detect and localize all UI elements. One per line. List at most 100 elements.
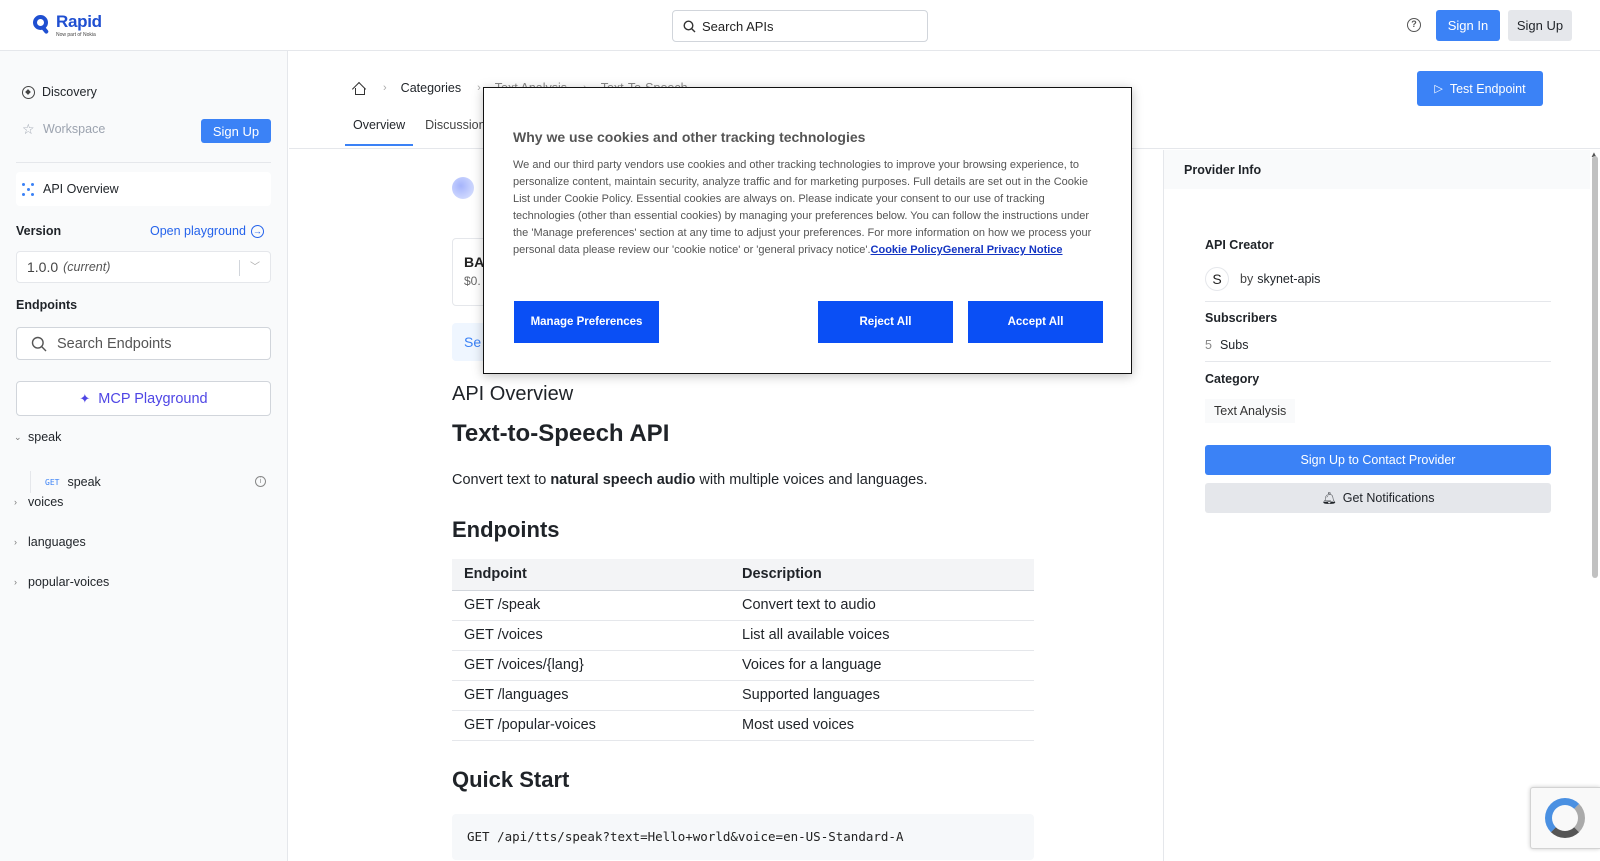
top-header: Rapid Now part of Nokia Search APIs ? Si… <box>0 0 1600 51</box>
endpoint-group-voices[interactable]: › voices <box>14 495 63 509</box>
sparkle-icon: ✦ <box>79 390 91 406</box>
rapid-logo[interactable]: Rapid Now part of Nokia <box>33 13 102 39</box>
sign-in-button[interactable]: Sign In <box>1436 10 1500 41</box>
recaptcha-icon <box>1545 798 1585 838</box>
table-cell: GET /voices/{lang} <box>452 650 730 681</box>
cookie-body: We and our third party vendors use cooki… <box>513 157 1103 259</box>
overview-heading: API Overview <box>452 383 574 405</box>
search-endpoints-input[interactable]: Search Endpoints <box>16 327 271 360</box>
sidebar-item-discovery[interactable]: Discovery <box>22 85 97 99</box>
cookie-policy-link[interactable]: Cookie Policy <box>871 244 943 256</box>
mcp-playground-button[interactable]: ✦ MCP Playground <box>16 381 271 416</box>
reject-all-button[interactable]: Reject All <box>818 301 953 343</box>
provider-info-heading: Provider Info <box>1164 150 1590 189</box>
chevron-down-icon: ⌄ <box>14 431 22 442</box>
category-chip[interactable]: Text Analysis <box>1205 399 1296 423</box>
left-sidebar: Discovery ☆ Workspace Sign Up API Overvi… <box>0 51 288 861</box>
divider <box>1205 301 1551 302</box>
desc-text: with multiple voices and languages. <box>695 472 928 488</box>
chevron-right-icon: › <box>477 82 481 94</box>
tab-overview[interactable]: Overview <box>345 116 414 146</box>
info-icon[interactable]: i <box>255 476 266 487</box>
help-icon[interactable]: ? <box>1407 18 1421 32</box>
privacy-notice-link[interactable]: General Privacy Notice <box>943 244 1063 256</box>
version-label: Version <box>16 224 62 238</box>
endpoint-group-label: voices <box>28 495 64 509</box>
network-icon <box>22 182 35 196</box>
sidebar-divider <box>16 162 271 163</box>
logo-name: Rapid <box>56 12 102 31</box>
select-divider <box>239 260 240 276</box>
version-select[interactable]: 1.0.0 (current) ﹀ <box>16 251 271 283</box>
version-value: 1.0.0 <box>27 259 59 275</box>
breadcrumb-categories[interactable]: Categories <box>401 81 461 95</box>
endpoint-item-speak[interactable]: GET speak i <box>30 471 272 493</box>
api-title: Text-to-Speech API <box>452 420 670 447</box>
desc-text: Convert text to <box>452 472 551 488</box>
cookie-consent-dialog: Why we use cookies and other tracking te… <box>483 87 1132 374</box>
recaptcha-badge[interactable] <box>1530 787 1600 849</box>
logo-subtitle: Now part of Nokia <box>56 32 96 38</box>
endpoint-group-languages[interactable]: › languages <box>14 535 86 549</box>
open-playground-link[interactable]: Open playground → <box>150 224 264 238</box>
get-notifications-button[interactable]: 🔔︎ Get Notifications <box>1205 483 1551 513</box>
endpoint-group-popular-voices[interactable]: › popular-voices <box>14 575 109 589</box>
endpoint-group-label: popular-voices <box>28 575 110 589</box>
table-cell: Most used voices <box>730 710 1034 741</box>
table-cell: Convert text to audio <box>730 590 1034 621</box>
search-icon <box>31 336 47 351</box>
quick-start-heading: Quick Start <box>452 767 570 792</box>
accept-all-button[interactable]: Accept All <box>968 301 1103 343</box>
sidebar-sign-up-button[interactable]: Sign Up <box>201 119 271 143</box>
endpoint-item-label: speak <box>67 475 101 489</box>
search-apis-input[interactable]: Search APIs <box>672 10 928 42</box>
mcp-playground-label: MCP Playground <box>98 390 208 407</box>
table-header-row: Endpoint Description <box>452 559 1034 591</box>
table-row: GET /voices/{lang} Voices for a language <box>452 650 1034 681</box>
table-row: GET /languages Supported languages <box>452 680 1034 711</box>
scrollbar[interactable] <box>1592 156 1598 578</box>
test-endpoint-button[interactable]: ▷ Test Endpoint <box>1417 71 1543 106</box>
subscribers-unit: Subs <box>1219 338 1249 352</box>
sign-up-button[interactable]: Sign Up <box>1508 10 1572 41</box>
api-creator[interactable]: S by skynet-apis <box>1205 267 1320 291</box>
version-tag: (current) <box>63 260 111 274</box>
provider-panel: Provider Info API Creator S by skynet-ap… <box>1163 150 1600 861</box>
chevron-down-icon: ﹀ <box>250 262 260 273</box>
divider <box>1205 361 1551 362</box>
table-cell: GET /languages <box>452 680 730 711</box>
play-icon: ▷ <box>1434 83 1443 95</box>
endpoint-group-label: languages <box>28 535 86 549</box>
creator-name: skynet-apis <box>1257 272 1321 286</box>
avatar: S <box>1205 267 1229 291</box>
home-icon[interactable] <box>351 81 367 96</box>
endpoints-heading: Endpoints <box>452 517 560 542</box>
contact-provider-button[interactable]: Sign Up to Contact Provider <box>1205 445 1551 475</box>
subscribers-count: 5 Subs <box>1205 338 1248 352</box>
table-row: GET /popular-voices Most used voices <box>452 710 1034 741</box>
chevron-right-icon: › <box>14 537 17 547</box>
open-playground-label: Open playground <box>150 224 246 238</box>
test-endpoint-label: Test Endpoint <box>1449 81 1526 96</box>
endpoint-group-label: speak <box>28 430 62 444</box>
rapid-logo-icon <box>33 13 51 35</box>
table-row: GET /speak Convert text to audio <box>452 590 1034 621</box>
search-endpoints-placeholder: Search Endpoints <box>57 335 172 352</box>
quick-start-code: GET /api/tts/speak?text=Hello+world&voic… <box>452 814 1034 860</box>
http-method-badge: GET <box>45 477 60 487</box>
table-cell: GET /speak <box>452 590 730 621</box>
endpoints-label: Endpoints <box>16 298 78 312</box>
api-thumbnail <box>452 177 474 199</box>
endpoints-table: Endpoint Description GET /speak Convert t… <box>452 559 1034 741</box>
sidebar-item-label: Discovery <box>42 85 97 99</box>
table-header-cell: Endpoint <box>452 559 730 591</box>
endpoint-group-speak[interactable]: ⌄ speak <box>14 430 61 444</box>
search-apis-placeholder: Search APIs <box>702 18 774 34</box>
sidebar-item-workspace[interactable]: ☆ Workspace <box>22 122 105 137</box>
sidebar-item-api-overview[interactable]: API Overview <box>16 172 271 206</box>
category-label: Category <box>1205 372 1260 386</box>
subscribers-label: Subscribers <box>1205 311 1278 325</box>
manage-preferences-button[interactable]: Manage Preferences <box>514 301 659 343</box>
table-cell: List all available voices <box>730 620 1034 651</box>
compass-icon <box>22 85 35 99</box>
